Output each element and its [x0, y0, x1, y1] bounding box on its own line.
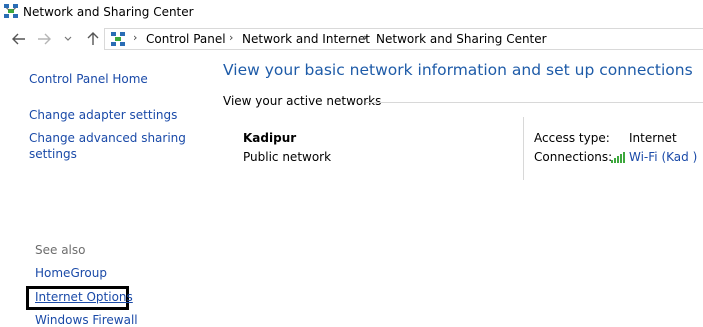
- breadcrumb-network-and-sharing-center[interactable]: Network and Sharing Center: [376, 32, 547, 46]
- connections-label: Connections:: [534, 150, 613, 164]
- breadcrumb-separator[interactable]: ›: [363, 31, 367, 44]
- back-button[interactable]: [10, 30, 28, 48]
- section-divider: [366, 102, 703, 103]
- navigation-bar: › Control Panel › Network and Internet ›…: [0, 27, 703, 51]
- breadcrumb-separator[interactable]: ›: [229, 31, 233, 44]
- see-also-label: See also: [35, 243, 86, 257]
- breadcrumb-separator[interactable]: ›: [133, 31, 137, 44]
- network-name: Kadipur: [243, 131, 297, 145]
- network-center-icon: [111, 32, 125, 46]
- active-networks-heading: View your active networks: [223, 94, 382, 108]
- control-panel-home-link[interactable]: Control Panel Home: [29, 72, 148, 86]
- change-advanced-sharing-link[interactable]: Change advanced sharing: [29, 131, 186, 145]
- homegroup-link[interactable]: HomeGroup: [35, 266, 107, 280]
- title-bar: Network and Sharing Center: [0, 0, 703, 26]
- arrow-left-icon: [12, 33, 25, 45]
- recent-locations-button[interactable]: [62, 30, 74, 48]
- breadcrumb-network-and-internet[interactable]: Network and Internet: [242, 32, 370, 46]
- network-center-icon: [4, 4, 18, 18]
- arrow-up-icon: [87, 32, 99, 45]
- up-button[interactable]: [84, 30, 102, 48]
- page-title: View your basic network information and …: [223, 61, 693, 79]
- internet-options-link[interactable]: Internet Options: [35, 290, 133, 304]
- access-type-value: Internet: [629, 131, 677, 145]
- access-type-label: Access type:: [534, 131, 610, 145]
- column-divider: [523, 117, 524, 180]
- wifi-signal-icon: [611, 152, 625, 163]
- network-category-link[interactable]: Public network: [243, 150, 331, 164]
- change-advanced-sharing-link-line2[interactable]: settings: [29, 147, 77, 161]
- address-bar[interactable]: › Control Panel › Network and Internet ›…: [104, 28, 703, 50]
- forward-button[interactable]: [35, 30, 53, 48]
- chevron-down-icon: [64, 36, 72, 41]
- breadcrumb-control-panel[interactable]: Control Panel: [146, 32, 226, 46]
- wifi-connection-link[interactable]: Wi-Fi (Kad ): [629, 150, 697, 164]
- change-adapter-settings-link[interactable]: Change adapter settings: [29, 108, 177, 122]
- arrow-right-icon: [38, 33, 51, 45]
- windows-firewall-link[interactable]: Windows Firewall: [35, 313, 138, 327]
- window-title: Network and Sharing Center: [23, 5, 194, 19]
